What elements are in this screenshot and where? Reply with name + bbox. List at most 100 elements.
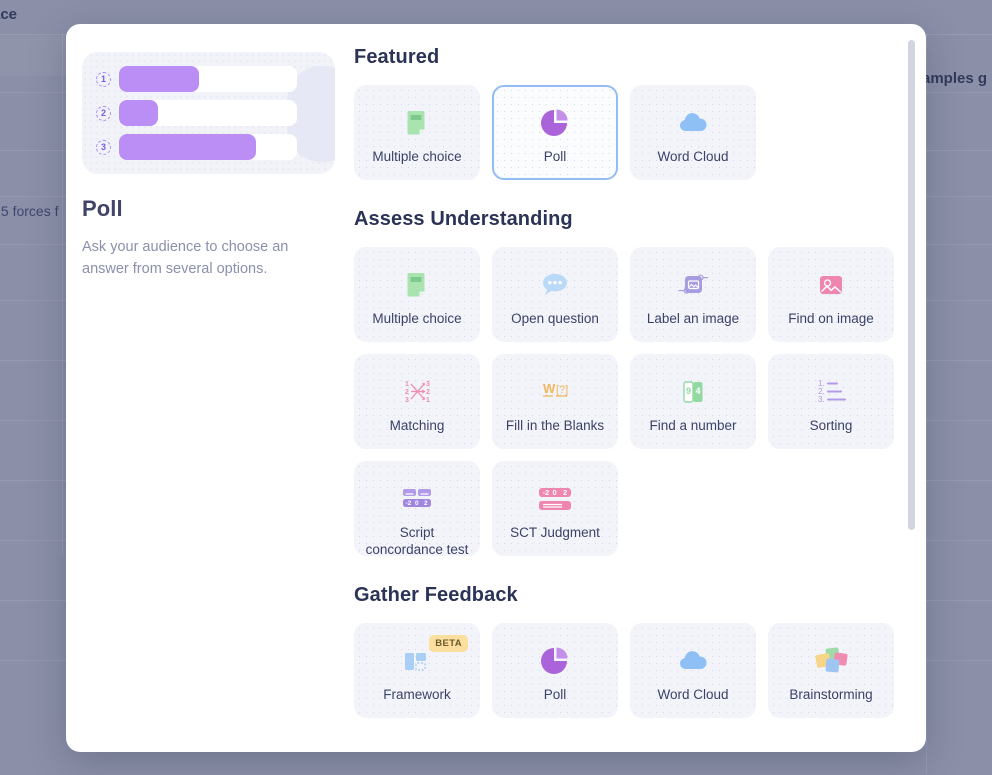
question-type-label: Poll — [543, 149, 567, 164]
question-type-card-multiple-choice[interactable]: Multiple choice — [354, 85, 480, 180]
section-title: Gather Feedback — [354, 584, 518, 606]
question-type-card-brainstorming[interactable]: Brainstorming — [768, 623, 894, 718]
preview-description: Ask your audience to choose an answer fr… — [82, 239, 289, 278]
modal-scrollbar-thumb[interactable] — [908, 40, 915, 530]
find-a-number-icon: 94 — [632, 372, 754, 412]
script-concordance-icon: -2 0 2 — [356, 479, 478, 519]
question-type-card-label-an-image[interactable]: Label an image — [630, 247, 756, 342]
question-type-card-multiple-choice[interactable]: Multiple choice — [354, 247, 480, 342]
question-type-section: Gather Feedback BETA Framework Poll Word Clo… — [354, 584, 894, 718]
question-type-card-sct-judgment[interactable]: -2 0 2 SCT Judgment — [492, 461, 618, 556]
question-type-label: Script concordance test — [365, 525, 469, 557]
svg-text:3.: 3. — [818, 395, 825, 404]
poll-pie-icon — [494, 103, 616, 143]
question-type-card-sorting[interactable]: 1. 2. 3. Sorting — [768, 354, 894, 449]
question-type-label: Word Cloud — [657, 687, 729, 702]
question-type-label: Multiple choice — [372, 149, 462, 164]
question-type-grid: BETA Framework Poll Word Cloud Brainstorming — [354, 623, 894, 718]
preview-bar-fill — [119, 134, 257, 160]
svg-text:1: 1 — [405, 381, 409, 388]
question-type-label: Multiple choice — [372, 311, 462, 326]
sct-judgment-icon: -2 0 2 — [494, 479, 616, 519]
question-type-card-matching[interactable]: 1 2 3 3 2 1 Matching — [354, 354, 480, 449]
preview-bar-fill — [119, 100, 159, 126]
question-type-label: Brainstorming — [789, 687, 873, 702]
svg-text:-2: -2 — [406, 500, 412, 507]
preview-bar-track — [119, 134, 297, 160]
section-title: Featured — [354, 46, 440, 68]
svg-text:3: 3 — [405, 397, 409, 404]
fill-in-the-blanks-icon: W [?] — [494, 372, 616, 412]
question-type-card-word-cloud[interactable]: Word Cloud — [630, 623, 756, 718]
question-type-card-fill-in-the-blanks[interactable]: W [?] Fill in the Blanks — [492, 354, 618, 449]
question-type-card-open-question[interactable]: Open question — [492, 247, 618, 342]
section-title: Assess Understanding — [354, 208, 573, 230]
question-type-label: Find a number — [649, 418, 737, 433]
svg-text:0: 0 — [553, 488, 557, 497]
multiple-choice-icon — [356, 103, 478, 143]
question-type-section: Featured Multiple choice Poll Word Cloud — [354, 46, 886, 180]
preview-bar-track — [119, 66, 297, 92]
question-type-card-word-cloud[interactable]: Word Cloud — [630, 85, 756, 180]
question-type-card-poll[interactable]: Poll — [492, 623, 618, 718]
svg-text:9: 9 — [686, 386, 691, 396]
question-type-grid: Multiple choice Poll Word Cloud — [354, 85, 886, 180]
preview-title: Poll — [82, 196, 123, 221]
background-right-text: amples g — [922, 70, 988, 87]
question-type-label: SCT Judgment — [510, 525, 600, 540]
word-cloud-icon — [632, 641, 754, 681]
label-an-image-icon — [632, 265, 754, 305]
preview-bar-track — [119, 100, 297, 126]
preview-bar-row: 2 — [96, 100, 297, 126]
preview-bar-row: 3 — [96, 134, 297, 160]
find-on-image-icon — [770, 265, 892, 305]
preview-bar-fill — [119, 66, 200, 92]
question-type-label: Framework — [383, 687, 451, 702]
question-type-label: Fill in the Blanks — [505, 418, 605, 433]
question-type-card-poll[interactable]: Poll — [492, 85, 618, 180]
background-top-text: ace — [0, 6, 18, 23]
question-type-card-script-concordance-test[interactable]: -2 0 2 Script concordance test — [354, 461, 480, 557]
question-type-label: Word Cloud — [657, 149, 729, 164]
brainstorming-icon — [770, 641, 892, 681]
svg-text:2: 2 — [426, 389, 430, 396]
preview-bar-row: 1 — [96, 66, 297, 92]
svg-text:-2: -2 — [543, 488, 550, 497]
svg-text:1: 1 — [426, 397, 430, 404]
question-type-card-framework[interactable]: BETA Framework — [354, 623, 480, 718]
question-type-label: Poll — [543, 687, 567, 702]
svg-text:0: 0 — [415, 500, 419, 507]
background-column-divider — [62, 34, 63, 554]
question-type-label: Open question — [511, 311, 599, 326]
preview-bar-number: 2 — [96, 105, 111, 121]
open-question-icon — [494, 265, 616, 305]
question-types-scroll-area[interactable]: Featured Multiple choice Poll Word Cloud Ass… — [332, 24, 926, 752]
question-type-label: Find on image — [788, 311, 874, 326]
question-type-label: Matching — [389, 418, 445, 433]
poll-preview-illustration: 1 2 3 — [82, 52, 335, 174]
question-type-picker-modal: 1 2 3 Poll Ask your audience to choose a… — [66, 24, 926, 752]
modal-scrollbar[interactable] — [908, 40, 915, 730]
matching-icon: 123321 — [356, 372, 478, 412]
svg-text:2: 2 — [563, 488, 567, 497]
question-type-card-find-on-image[interactable]: Find on image — [768, 247, 894, 342]
svg-text:4: 4 — [696, 386, 701, 396]
word-cloud-icon — [632, 103, 754, 143]
preview-bar-number: 1 — [96, 71, 111, 87]
question-type-grid: Multiple choice Open question Label an ima… — [354, 247, 894, 557]
preview-bar-number: 3 — [96, 139, 111, 155]
svg-text:2: 2 — [424, 500, 428, 507]
question-type-label: Sorting — [809, 418, 853, 433]
background-column-divider — [926, 34, 927, 774]
svg-text:W: W — [543, 381, 556, 396]
svg-text:3: 3 — [426, 381, 430, 388]
question-type-card-find-a-number[interactable]: 9 4 Find a number — [630, 354, 756, 449]
preview-panel: 1 2 3 Poll Ask your audience to choose a… — [66, 24, 335, 752]
beta-badge: BETA — [429, 635, 468, 652]
multiple-choice-icon — [356, 265, 478, 305]
svg-text:2: 2 — [405, 389, 409, 396]
question-type-section: Assess Understanding Multiple choice Open … — [354, 208, 894, 557]
sorting-icon: 1. 2. 3. — [770, 372, 892, 412]
svg-text:[?]: [?] — [556, 384, 568, 396]
poll-pie-icon — [494, 641, 616, 681]
